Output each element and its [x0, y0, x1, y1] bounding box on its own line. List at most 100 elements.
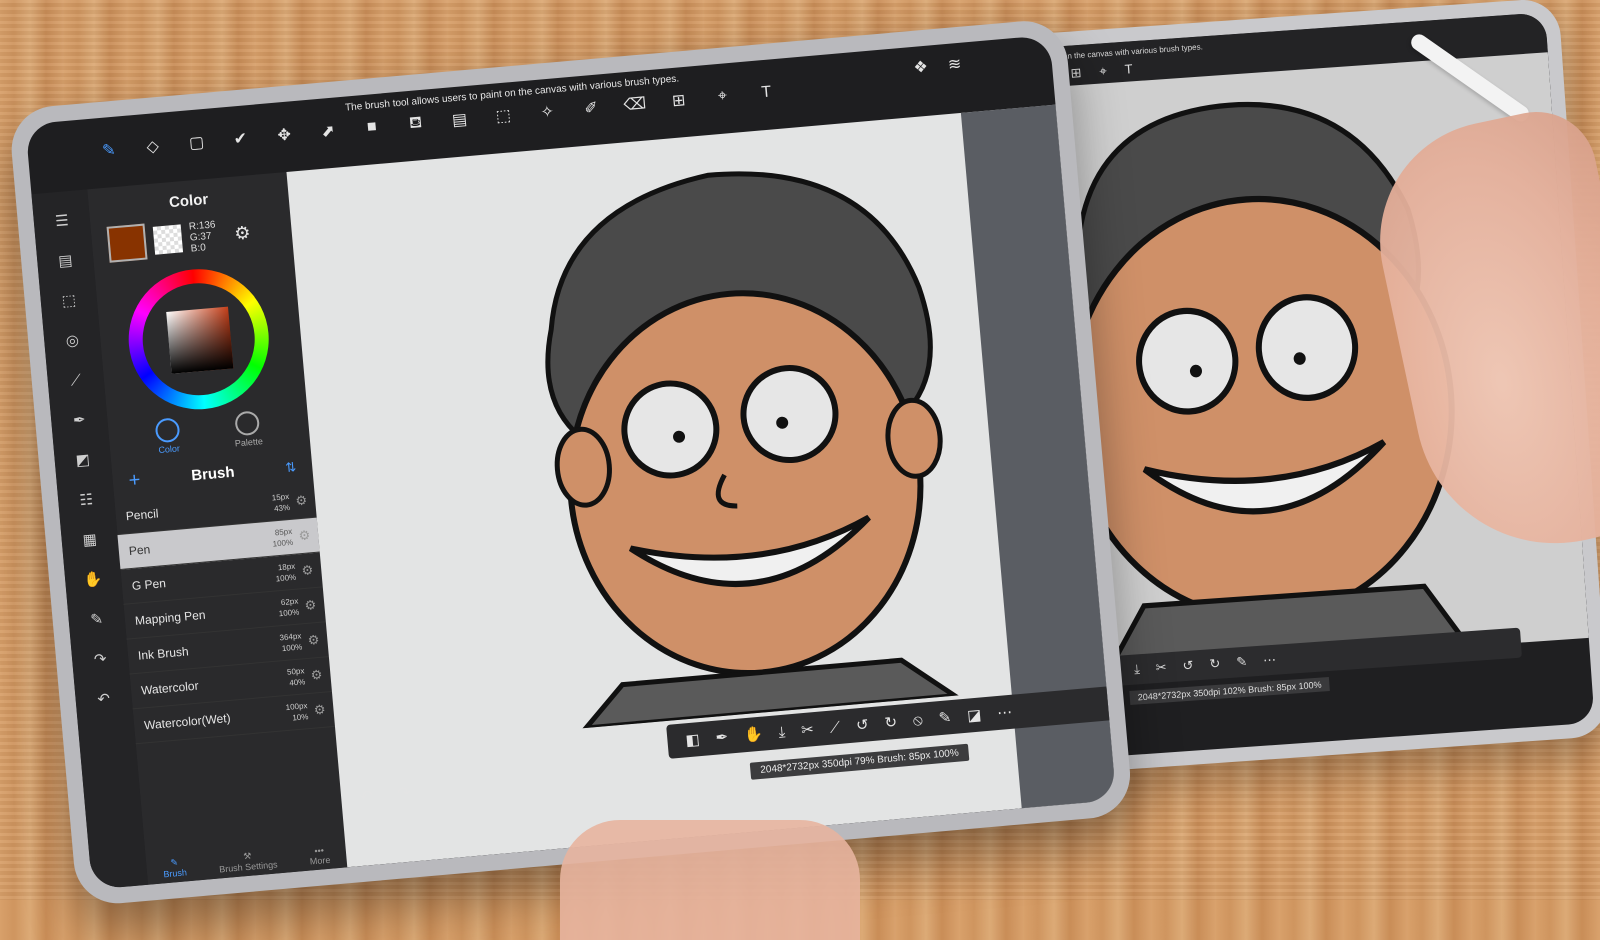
- brush-tab-icon: ✎: [170, 857, 179, 868]
- rotate-left-icon[interactable]: ↺: [855, 715, 869, 734]
- tab-brush[interactable]: ✎ Brush: [162, 856, 187, 879]
- text-icon[interactable]: T: [1124, 61, 1133, 78]
- brush-name: G Pen: [131, 576, 167, 593]
- brush-name: Watercolor(Wet): [143, 710, 232, 733]
- brush-values: 18px 100%: [275, 561, 297, 584]
- fill-color-icon[interactable]: ■: [360, 115, 384, 139]
- select-eraser-icon[interactable]: ⌫: [623, 92, 647, 116]
- eyedropper-icon[interactable]: ✎: [83, 607, 111, 631]
- background-swatch[interactable]: [152, 224, 184, 255]
- layer-swap-icon[interactable]: ◧: [685, 730, 701, 749]
- brush-gear-icon[interactable]: ⚙: [301, 562, 314, 579]
- pen-rail-icon[interactable]: ✒: [65, 408, 93, 432]
- menu-icon[interactable]: ☰: [48, 209, 76, 233]
- pages-icon[interactable]: ▤: [51, 248, 79, 272]
- rgb-r: R:136: [188, 218, 216, 233]
- tab-color[interactable]: Color: [154, 417, 182, 456]
- brush-list-icon[interactable]: ☷: [72, 488, 100, 512]
- main-canvas[interactable]: ◧ ✒ ✋ ⤓ ✂ ⟋ ↺ ↻ ⦸ ✎ ◪ ⋯ 2048*2732px 350d…: [286, 104, 1117, 868]
- eyedropper-quick-icon[interactable]: ✒: [715, 728, 729, 747]
- rgb-b: B:0: [190, 241, 207, 255]
- undo-icon[interactable]: ↶: [90, 687, 118, 711]
- brush-values: 85px 100%: [272, 526, 294, 549]
- rotate-right-icon[interactable]: ↻: [1209, 656, 1221, 673]
- ruler-icon[interactable]: ⟋: [62, 368, 90, 392]
- tab-palette[interactable]: Palette: [232, 410, 263, 448]
- brush-panel-title: Brush: [190, 463, 236, 485]
- saturation-square[interactable]: [166, 306, 234, 374]
- color-tab-icon: [154, 417, 181, 444]
- color-wheel[interactable]: [122, 263, 275, 416]
- select-marquee-icon[interactable]: ⬚: [491, 104, 515, 128]
- tab-color-label: Color: [158, 443, 181, 456]
- snap-icon[interactable]: ◎: [58, 328, 86, 352]
- brush-settings-tab-icon: ⚒: [242, 850, 252, 862]
- sort-icon[interactable]: ⇅: [285, 459, 297, 476]
- brush-gear-icon[interactable]: ⚙: [307, 632, 320, 649]
- brush-name: Watercolor: [140, 678, 200, 698]
- color-rail-icon[interactable]: ◩: [69, 448, 97, 472]
- redo-icon[interactable]: ↷: [86, 647, 114, 671]
- tab-brush-settings[interactable]: ⚒ Brush Settings: [218, 848, 278, 875]
- gradient-icon[interactable]: ▤: [448, 108, 472, 132]
- brush-gear-icon[interactable]: ⚙: [295, 492, 308, 509]
- rotate-left-icon[interactable]: ↺: [1182, 657, 1194, 674]
- hand-rail-icon[interactable]: ✋: [79, 567, 107, 591]
- palette-tab-icon: [234, 410, 261, 437]
- frame-icon[interactable]: ⊞: [1070, 65, 1082, 82]
- brush-values: 50px 40%: [286, 666, 306, 688]
- edit-icon[interactable]: ✎: [938, 708, 952, 727]
- brush-gear-icon[interactable]: ⚙: [313, 702, 326, 719]
- frame-icon[interactable]: ⊞: [667, 89, 691, 113]
- materials-icon[interactable]: ❖: [909, 55, 933, 79]
- diagonal-icon[interactable]: ⟋: [829, 718, 841, 736]
- color-settings-gear-icon[interactable]: ⚙: [233, 222, 251, 244]
- text-tool-icon[interactable]: T: [754, 81, 778, 105]
- rotate-right-icon[interactable]: ↻: [884, 713, 898, 732]
- selection-icon[interactable]: ⬚: [55, 288, 83, 312]
- bucket-icon[interactable]: ⛾: [404, 112, 428, 136]
- download-icon[interactable]: ⤓: [1134, 661, 1141, 677]
- grid-icon[interactable]: ⋯: [996, 703, 1013, 722]
- lasso-icon[interactable]: ⌖: [1099, 63, 1107, 79]
- hand-icon[interactable]: ✋: [743, 725, 763, 745]
- brush-values: 62px 100%: [278, 596, 300, 619]
- brush-gear-icon[interactable]: ⚙: [304, 597, 317, 614]
- brush-tool-icon[interactable]: ✎: [97, 138, 121, 162]
- scissors-icon[interactable]: ✂: [1155, 659, 1167, 676]
- select-pen-icon[interactable]: ✐: [579, 96, 603, 120]
- hand-bottom: [560, 820, 860, 940]
- brush-values: 15px 43%: [271, 491, 291, 514]
- character-drawing: [545, 171, 962, 731]
- brush-bottom-tabs: ✎ Brush ⚒ Brush Settings ••• More: [144, 823, 347, 884]
- check-icon[interactable]: ✔: [228, 127, 252, 151]
- brush-name: Pen: [128, 542, 151, 559]
- foreground-swatch[interactable]: [106, 223, 148, 263]
- download-icon[interactable]: ⤓: [778, 723, 786, 741]
- add-brush-button[interactable]: +: [128, 469, 142, 493]
- palette-rail-icon[interactable]: ▦: [76, 527, 104, 551]
- brush-gear-icon[interactable]: ⚙: [298, 527, 311, 544]
- transform-icon[interactable]: ⬈: [316, 119, 340, 143]
- grid-icon[interactable]: ⋯: [1263, 652, 1277, 669]
- brush-values: 364px 100%: [279, 631, 303, 654]
- eraser-tool-icon[interactable]: ◇: [141, 135, 165, 159]
- brush-values: 100px 10%: [285, 701, 309, 723]
- redo-button-icon[interactable]: ↷: [392, 781, 416, 805]
- brush-name: Ink Brush: [137, 644, 190, 663]
- brush-gear-icon[interactable]: ⚙: [310, 667, 323, 684]
- edit-icon[interactable]: ✎: [1236, 654, 1248, 671]
- filter-icon[interactable]: ◪: [966, 706, 982, 725]
- lasso-select-icon[interactable]: ⌖: [711, 85, 735, 109]
- brush-name: Mapping Pen: [134, 607, 207, 628]
- select-rect-icon[interactable]: ▢: [185, 131, 209, 155]
- reset-rotation-icon[interactable]: ⦸: [912, 711, 923, 729]
- undo-button-icon[interactable]: ↶: [354, 784, 378, 808]
- magic-wand-icon[interactable]: ✧: [535, 100, 559, 124]
- scissors-icon[interactable]: ✂: [800, 720, 814, 739]
- rgb-readout: R:136 G:37 B:0: [188, 219, 217, 254]
- move-icon[interactable]: ✥: [272, 123, 296, 147]
- layers-icon[interactable]: ≋: [943, 52, 967, 76]
- tablet-primary: The brush tool allows users to paint on …: [8, 17, 1134, 907]
- tab-more[interactable]: ••• More: [309, 845, 330, 866]
